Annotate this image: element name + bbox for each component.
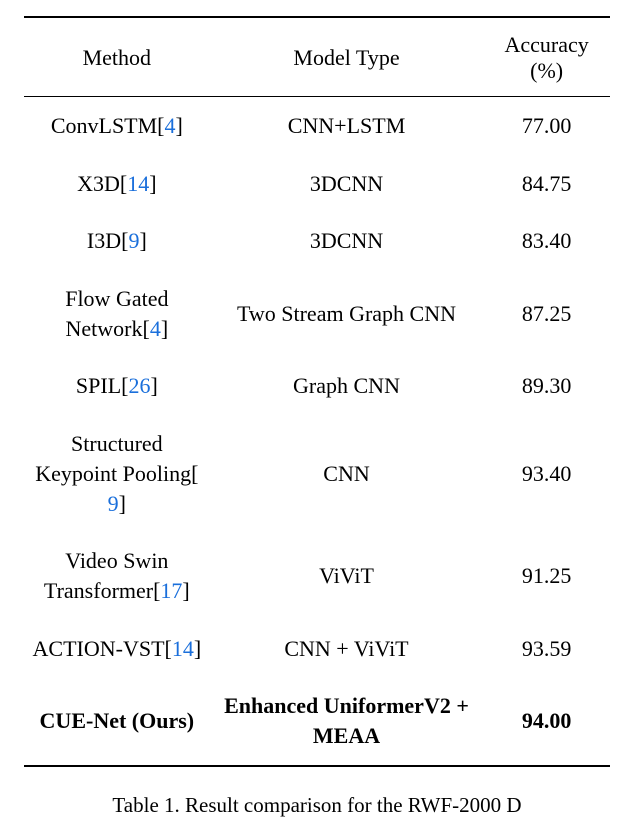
- method-text: Video Swin Transformer[: [44, 548, 169, 603]
- method-text: ]: [119, 489, 126, 519]
- citation-link[interactable]: 26: [128, 371, 150, 401]
- citation-link[interactable]: 4: [165, 111, 176, 141]
- method-text: ]: [150, 371, 157, 401]
- method-text: X3D[: [77, 169, 127, 199]
- citation-link[interactable]: 14: [127, 169, 149, 199]
- method-text: ACTION-VST[: [33, 634, 172, 664]
- table-row: X3D[14]3DCNN84.75: [24, 155, 610, 213]
- cell-accuracy: 89.30: [483, 357, 610, 415]
- cell-method: ConvLSTM[4]: [24, 97, 210, 155]
- cell-model-type: 3DCNN: [210, 212, 484, 270]
- citation-link[interactable]: 14: [172, 634, 194, 664]
- cell-method: Video Swin Transformer[17]: [24, 532, 210, 619]
- cell-method: I3D[9]: [24, 212, 210, 270]
- cell-model-type: CNN + ViViT: [210, 620, 484, 678]
- table-body: ConvLSTM[4]CNN+LSTM77.00X3D[14]3DCNN84.7…: [24, 97, 610, 766]
- table-row: Video Swin Transformer[17]ViViT91.25: [24, 532, 610, 619]
- method-text: ]: [176, 111, 183, 141]
- cell-accuracy: 87.25: [483, 270, 610, 357]
- table-row: I3D[9]3DCNN83.40: [24, 212, 610, 270]
- method-text: ]: [194, 634, 201, 664]
- cell-model-type: ViViT: [210, 532, 484, 619]
- citation-link[interactable]: 9: [108, 489, 119, 519]
- table-row: CUE-Net (Ours) Enhanced UniformerV2 + MEA…: [24, 677, 610, 765]
- cell-accuracy: 83.40: [483, 212, 610, 270]
- citation-link[interactable]: 4: [150, 314, 161, 344]
- table-row: Structured Keypoint Pooling[9]CNN93.40: [24, 415, 610, 532]
- cell-model-type: Graph CNN: [210, 357, 484, 415]
- cell-model-type: 3DCNN: [210, 155, 484, 213]
- method-text: ]: [182, 576, 189, 606]
- cell-accuracy: 93.40: [483, 415, 610, 532]
- cell-model-type: Enhanced UniformerV2 + MEAA: [210, 677, 484, 765]
- method-text: ]: [149, 169, 156, 199]
- cell-accuracy: 84.75: [483, 155, 610, 213]
- cell-accuracy: 94.00: [483, 677, 610, 765]
- method-text: ConvLSTM[: [51, 111, 165, 141]
- cell-accuracy: 91.25: [483, 532, 610, 619]
- cell-model-type: CNN: [210, 415, 484, 532]
- header-method: Method: [24, 17, 210, 97]
- cell-method: X3D[14]: [24, 155, 210, 213]
- header-model-type: Model Type: [210, 17, 484, 97]
- table-header-row: Method Model Type Accuracy (%): [24, 17, 610, 97]
- table-row: ACTION-VST[14]CNN + ViViT93.59: [24, 620, 610, 678]
- method-text: CUE-Net (Ours): [40, 708, 195, 733]
- table-caption: Table 1. Result comparison for the RWF-2…: [24, 793, 610, 818]
- citation-link[interactable]: 9: [128, 226, 139, 256]
- cell-accuracy: 77.00: [483, 97, 610, 155]
- cell-method: CUE-Net (Ours): [24, 677, 210, 765]
- cell-method: Structured Keypoint Pooling[9]: [24, 415, 210, 532]
- method-text: I3D[: [87, 226, 129, 256]
- table-row: Flow Gated Network[4]Two Stream Graph CN…: [24, 270, 610, 357]
- cell-accuracy: 93.59: [483, 620, 610, 678]
- table-row: ConvLSTM[4]CNN+LSTM77.00: [24, 97, 610, 155]
- method-text: ]: [161, 314, 168, 344]
- method-text: ]: [139, 226, 146, 256]
- header-accuracy: Accuracy (%): [483, 17, 610, 97]
- method-text: Structured Keypoint Pooling[: [35, 431, 198, 486]
- citation-link[interactable]: 17: [160, 576, 182, 606]
- results-table: Method Model Type Accuracy (%) ConvLSTM[…: [24, 16, 610, 767]
- cell-model-type: CNN+LSTM: [210, 97, 484, 155]
- cell-method: ACTION-VST[14]: [24, 620, 210, 678]
- method-text: SPIL[: [76, 371, 129, 401]
- cell-method: SPIL[26]: [24, 357, 210, 415]
- table-row: SPIL[26]Graph CNN89.30: [24, 357, 610, 415]
- cell-model-type: Two Stream Graph CNN: [210, 270, 484, 357]
- cell-method: Flow Gated Network[4]: [24, 270, 210, 357]
